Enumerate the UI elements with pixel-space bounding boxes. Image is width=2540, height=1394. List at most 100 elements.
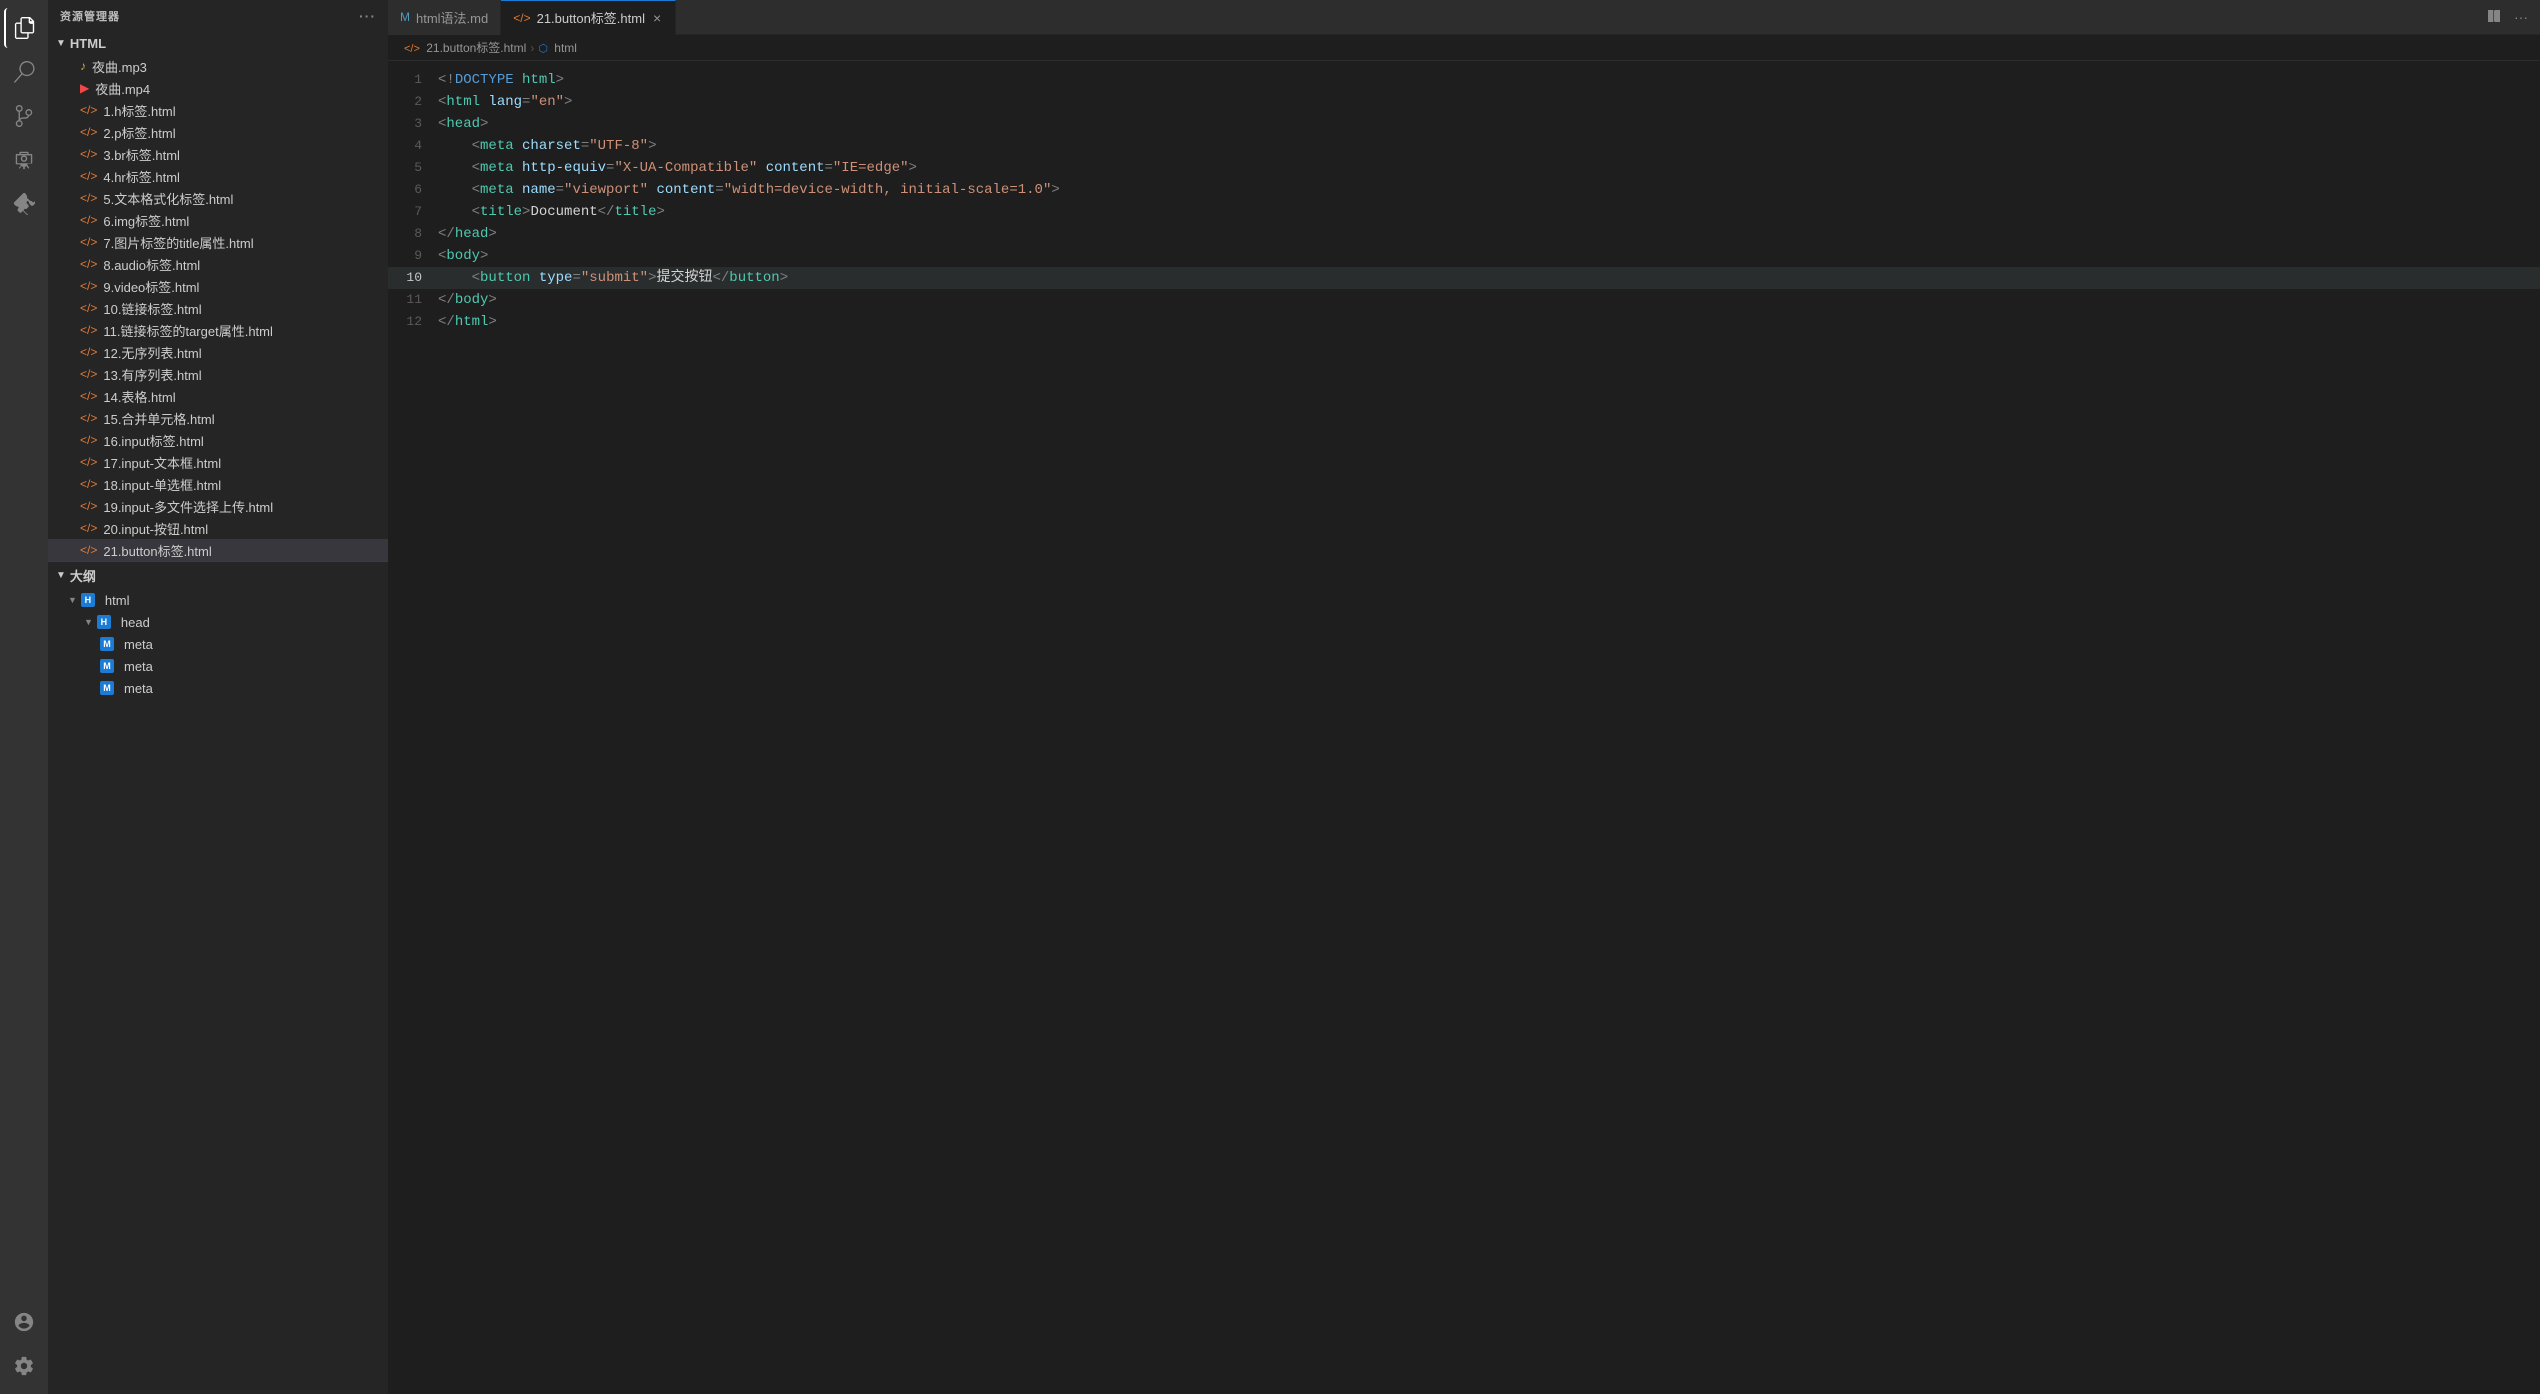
sidebar: 资源管理器 ··· ▼ HTML ♪ 夜曲.mp3 ▶ 夜曲.mp4 </> 1… xyxy=(48,0,388,1394)
breadcrumb-file[interactable]: </> 21.button标签.html xyxy=(404,39,526,56)
tab-label: html语法.md xyxy=(416,8,488,27)
file-yeqump4[interactable]: ▶ 夜曲.mp4 xyxy=(48,77,388,99)
html-file-icon: </> xyxy=(80,191,97,205)
line-number-11: 11 xyxy=(388,289,438,311)
file-name: 17.input-文本框.html xyxy=(103,453,221,472)
html-file-icon: </> xyxy=(80,367,97,381)
tree-section-html[interactable]: ▼ HTML xyxy=(48,32,388,55)
tab-bar: M html语法.md </> 21.button标签.html × ··· xyxy=(388,0,2540,35)
html-file-icon: </> xyxy=(80,169,97,183)
file-name: 7.图片标签的title属性.html xyxy=(103,233,253,252)
file-14table[interactable]: </> 14.表格.html xyxy=(48,385,388,407)
outline-meta-2[interactable]: M meta xyxy=(48,655,388,677)
html-file-icon: </> xyxy=(80,103,97,117)
html-file-icon: </> xyxy=(513,11,530,25)
more-options-icon[interactable]: ··· xyxy=(359,8,376,24)
code-line-6: 6 <meta name="viewport" content="width=d… xyxy=(388,179,2540,201)
breadcrumb-tag[interactable]: ⬡ html xyxy=(538,41,577,55)
file-6img[interactable]: </> 6.img标签.html xyxy=(48,209,388,231)
file-name: 9.video标签.html xyxy=(103,277,199,296)
html-file-icon: </> xyxy=(80,433,97,447)
file-20input-btn[interactable]: </> 20.input-按钮.html xyxy=(48,517,388,539)
line-content-7: <title>Document</title> xyxy=(438,201,665,223)
outline-item-label: meta xyxy=(124,681,153,696)
line-number-10: 10 xyxy=(388,267,438,289)
html-file-icon: </> xyxy=(80,257,97,271)
tab-button-html[interactable]: </> 21.button标签.html × xyxy=(501,0,676,35)
outline-head[interactable]: ▼ H head xyxy=(48,611,388,633)
tab-html-syntax[interactable]: M html语法.md xyxy=(388,0,501,35)
line-content-12: </html> xyxy=(438,311,497,333)
outline-meta-1[interactable]: M meta xyxy=(48,633,388,655)
file-name: 18.input-单选框.html xyxy=(103,475,221,494)
md-file-icon: M xyxy=(400,10,410,24)
html-file-icon: </> xyxy=(80,411,97,425)
file-name: 4.hr标签.html xyxy=(103,167,180,186)
editor-area[interactable]: 1 <!DOCTYPE html> 2 <html lang="en"> 3 <… xyxy=(388,61,2540,1394)
file-10link[interactable]: </> 10.链接标签.html xyxy=(48,297,388,319)
close-tab-icon[interactable]: × xyxy=(651,8,663,28)
file-7img-title[interactable]: </> 7.图片标签的title属性.html xyxy=(48,231,388,253)
file-name: 15.合并单元格.html xyxy=(103,409,214,428)
split-editor-icon[interactable] xyxy=(2482,4,2506,31)
outline-title[interactable]: ▼ 大纲 xyxy=(48,562,388,589)
code-line-11: 11 </body> xyxy=(388,289,2540,311)
outline-label: 大纲 xyxy=(70,566,96,585)
outline-meta-3[interactable]: M meta xyxy=(48,677,388,699)
code-line-9: 9 <body> xyxy=(388,245,2540,267)
settings-icon[interactable] xyxy=(4,1346,44,1386)
line-content-3: <head> xyxy=(438,113,488,135)
file-19input-file[interactable]: </> 19.input-多文件选择上传.html xyxy=(48,495,388,517)
line-number-4: 4 xyxy=(388,135,438,157)
html-file-icon: </> xyxy=(80,279,97,293)
line-content-9: <body> xyxy=(438,245,488,267)
head-tag-icon: H xyxy=(97,615,111,629)
line-content-6: <meta name="viewport" content="width=dev… xyxy=(438,179,1060,201)
sidebar-header-icons: ··· xyxy=(359,8,376,24)
file-name: 20.input-按钮.html xyxy=(103,519,208,538)
source-control-icon[interactable] xyxy=(4,96,44,136)
line-content-1: <!DOCTYPE html> xyxy=(438,69,564,91)
code-line-5: 5 <meta http-equiv="X-UA-Compatible" con… xyxy=(388,157,2540,179)
file-2p[interactable]: </> 2.p标签.html xyxy=(48,121,388,143)
account-icon[interactable] xyxy=(4,1302,44,1342)
file-name: 11.链接标签的target属性.html xyxy=(103,321,273,340)
file-15merge[interactable]: </> 15.合并单元格.html xyxy=(48,407,388,429)
file-21button[interactable]: </> 21.button标签.html xyxy=(48,539,388,561)
code-line-8: 8 </head> xyxy=(388,223,2540,245)
file-1h[interactable]: </> 1.h标签.html xyxy=(48,99,388,121)
file-17input-text[interactable]: </> 17.input-文本框.html xyxy=(48,451,388,473)
file-name: 13.有序列表.html xyxy=(103,365,201,384)
html-tag-icon: H xyxy=(81,593,95,607)
run-debug-icon[interactable] xyxy=(4,140,44,180)
line-number-6: 6 xyxy=(388,179,438,201)
file-4hr[interactable]: </> 4.hr标签.html xyxy=(48,165,388,187)
line-content-10: <button type="submit">提交按钮</button> xyxy=(438,267,788,289)
activity-bar xyxy=(0,0,48,1394)
file-8audio[interactable]: </> 8.audio标签.html xyxy=(48,253,388,275)
outline-html[interactable]: ▼ H html xyxy=(48,589,388,611)
html-file-icon: </> xyxy=(80,389,97,403)
file-18input-radio[interactable]: </> 18.input-单选框.html xyxy=(48,473,388,495)
file-name: 5.文本格式化标签.html xyxy=(103,189,233,208)
meta-tag-icon: M xyxy=(100,637,114,651)
file-yeqump3[interactable]: ♪ 夜曲.mp3 xyxy=(48,55,388,77)
file-5text[interactable]: </> 5.文本格式化标签.html xyxy=(48,187,388,209)
file-11link-target[interactable]: </> 11.链接标签的target属性.html xyxy=(48,319,388,341)
more-actions-icon[interactable]: ··· xyxy=(2510,5,2532,29)
html-file-icon: </> xyxy=(80,301,97,315)
line-content-5: <meta http-equiv="X-UA-Compatible" conte… xyxy=(438,157,917,179)
extensions-icon[interactable] xyxy=(4,184,44,224)
file-13ol[interactable]: </> 13.有序列表.html xyxy=(48,363,388,385)
file-9video[interactable]: </> 9.video标签.html xyxy=(48,275,388,297)
line-content-2: <html lang="en"> xyxy=(438,91,572,113)
search-icon[interactable] xyxy=(4,52,44,92)
code-line-1: 1 <!DOCTYPE html> xyxy=(388,69,2540,91)
file-name: 21.button标签.html xyxy=(103,541,211,560)
sidebar-content: ▼ HTML ♪ 夜曲.mp3 ▶ 夜曲.mp4 </> 1.h标签.html … xyxy=(48,32,388,1394)
explorer-icon[interactable] xyxy=(4,8,44,48)
file-16input[interactable]: </> 16.input标签.html xyxy=(48,429,388,451)
file-3br[interactable]: </> 3.br标签.html xyxy=(48,143,388,165)
sidebar-header: 资源管理器 ··· xyxy=(48,0,388,32)
file-12ul[interactable]: </> 12.无序列表.html xyxy=(48,341,388,363)
